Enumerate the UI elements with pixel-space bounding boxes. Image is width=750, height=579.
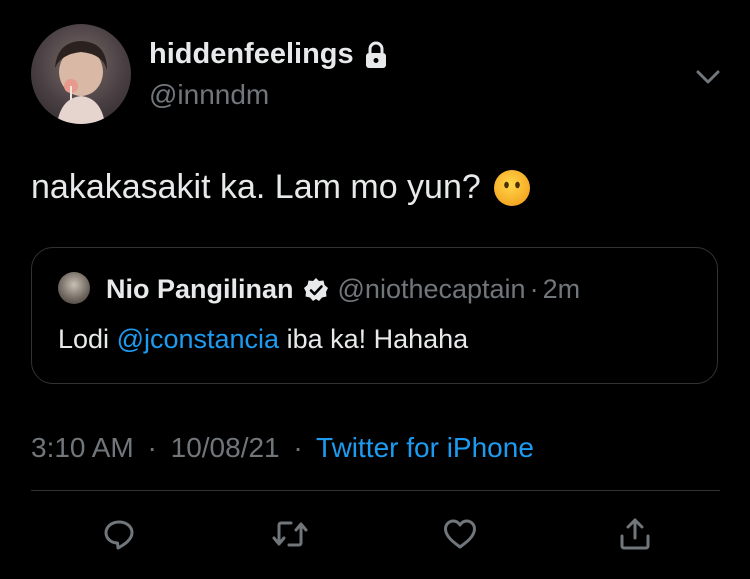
meta-separator: · bbox=[147, 432, 157, 463]
quoted-username[interactable]: @niothecaptain bbox=[338, 274, 526, 305]
tweet-date[interactable]: 10/08/21 bbox=[171, 432, 280, 463]
quoted-tweet-header: Nio Pangilinan @niothecaptain · 2m bbox=[106, 274, 580, 305]
more-options-button[interactable] bbox=[693, 62, 723, 92]
author-username[interactable]: @innndm bbox=[149, 79, 269, 111]
share-icon bbox=[620, 518, 650, 550]
tweet-meta: 3:10 AM · 10/08/21 · Twitter for iPhone bbox=[31, 432, 534, 464]
reply-button[interactable] bbox=[99, 514, 139, 554]
reply-icon bbox=[104, 520, 134, 550]
quoted-display-name[interactable]: Nio Pangilinan bbox=[106, 274, 294, 305]
quoted-tweet-text: Lodi @jconstancia iba ka! Hahaha bbox=[58, 324, 468, 355]
quoted-separator: · bbox=[529, 274, 539, 304]
tweet-source-link[interactable]: Twitter for iPhone bbox=[316, 432, 534, 463]
tweet-text-content: nakakasakit ka. Lam mo yun? bbox=[31, 168, 481, 206]
mention-link[interactable]: @jconstancia bbox=[117, 324, 280, 354]
quoted-timestamp[interactable]: 2m bbox=[543, 274, 581, 305]
quoted-tweet-card[interactable]: Nio Pangilinan @niothecaptain · 2m Lodi … bbox=[31, 247, 718, 384]
retweet-icon bbox=[272, 521, 308, 547]
quoted-text-before: Lodi bbox=[58, 324, 117, 354]
heart-icon bbox=[444, 519, 476, 549]
face-without-mouth-emoji bbox=[493, 169, 531, 207]
chevron-down-icon bbox=[696, 70, 720, 84]
like-button[interactable] bbox=[440, 514, 480, 554]
tweet-time[interactable]: 3:10 AM bbox=[31, 432, 134, 463]
lock-icon bbox=[363, 41, 389, 69]
verified-badge-icon bbox=[302, 276, 330, 304]
share-button[interactable] bbox=[615, 514, 655, 554]
quoted-author-avatar[interactable] bbox=[58, 272, 90, 304]
divider bbox=[31, 490, 720, 491]
author-avatar[interactable] bbox=[31, 24, 131, 124]
retweet-button[interactable] bbox=[270, 514, 310, 554]
meta-separator: · bbox=[293, 432, 303, 463]
avatar-photo bbox=[55, 41, 107, 124]
tweet-text: nakakasakit ka. Lam mo yun? bbox=[31, 168, 531, 207]
author-display-name[interactable]: hiddenfeelings bbox=[149, 38, 389, 71]
quoted-text-after: iba ka! Hahaha bbox=[279, 324, 469, 354]
display-name-text: hiddenfeelings bbox=[149, 38, 354, 70]
